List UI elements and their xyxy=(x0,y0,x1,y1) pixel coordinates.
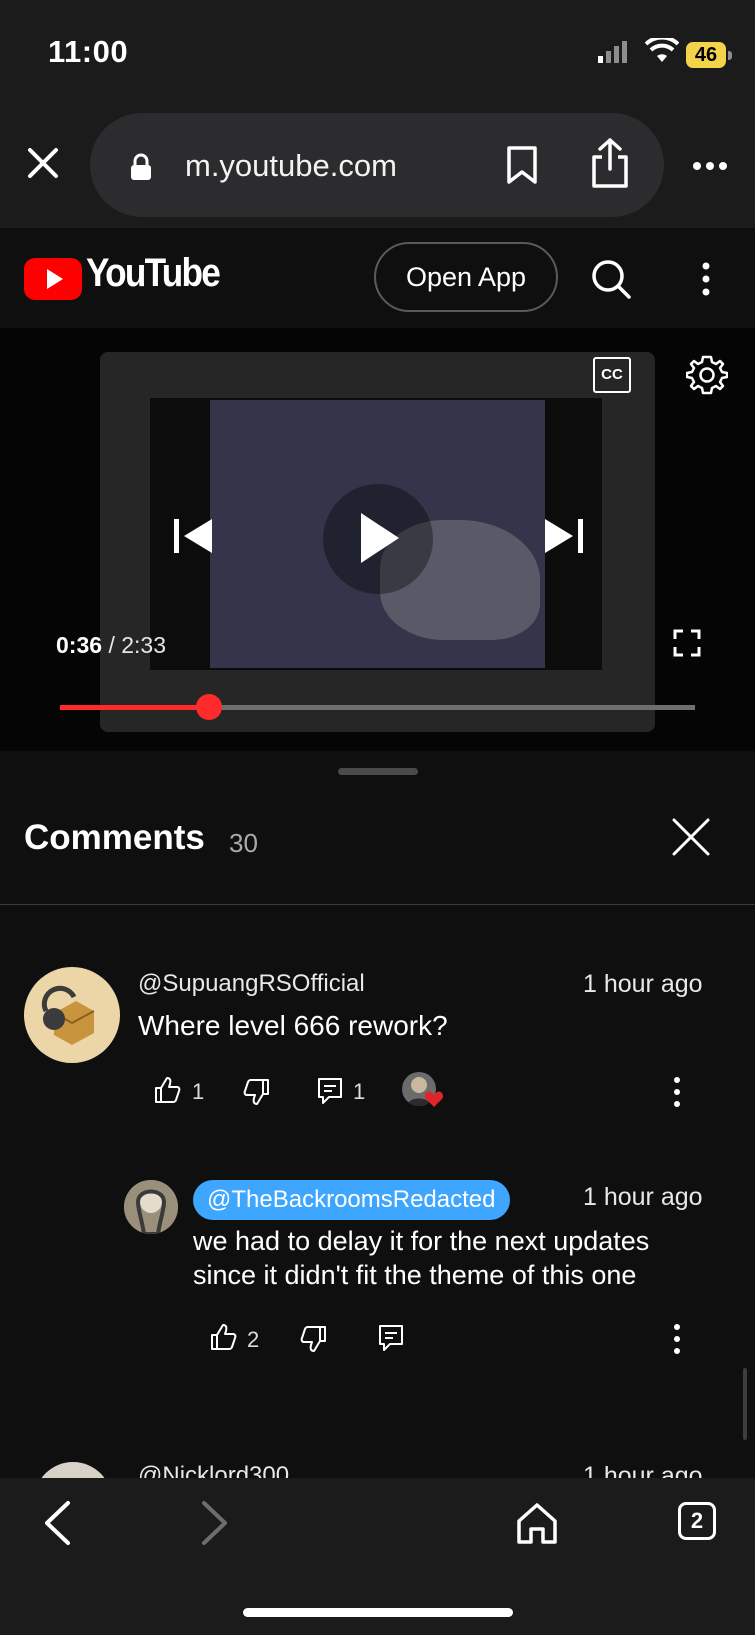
dislike-icon[interactable] xyxy=(300,1325,328,1353)
youtube-menu-icon[interactable] xyxy=(701,261,711,297)
avatar[interactable] xyxy=(24,967,120,1063)
previous-icon[interactable] xyxy=(172,516,214,556)
lock-icon xyxy=(129,153,153,181)
fullscreen-icon[interactable] xyxy=(673,629,701,657)
more-options-icon[interactable] xyxy=(692,161,728,171)
like-count: 2 xyxy=(247,1327,260,1352)
share-icon[interactable] xyxy=(590,137,630,189)
comments-count: 30 xyxy=(229,828,258,858)
comment-menu-icon[interactable] xyxy=(672,1323,682,1355)
like-icon[interactable] xyxy=(209,1323,237,1351)
home-indicator[interactable] xyxy=(243,1608,513,1617)
scrollbar[interactable] xyxy=(743,1368,747,1440)
home-icon[interactable] xyxy=(516,1501,558,1545)
time-display: 0:36 / 2:33 xyxy=(56,632,166,659)
mention-author[interactable]: @TheBackroomsRedacted xyxy=(193,1180,510,1220)
close-icon[interactable] xyxy=(26,146,60,180)
current-time: 0:36 xyxy=(56,632,103,658)
comment-author[interactable]: @SupuangRSOfficial xyxy=(138,970,365,998)
avatar[interactable] xyxy=(124,1180,178,1234)
comment-time: 1 hour ago xyxy=(583,1183,703,1211)
signal-icon xyxy=(598,40,632,64)
dislike-icon[interactable] xyxy=(243,1078,271,1106)
divider xyxy=(0,904,755,905)
progress-played xyxy=(60,705,209,710)
reply-icon[interactable] xyxy=(316,1076,344,1106)
close-comments-icon[interactable] xyxy=(672,818,710,856)
next-icon[interactable] xyxy=(543,516,585,556)
youtube-wordmark[interactable]: YouTube xyxy=(86,251,221,296)
search-icon[interactable] xyxy=(590,258,632,300)
back-icon[interactable] xyxy=(42,1500,72,1546)
battery-icon xyxy=(728,51,732,60)
time-separator: / xyxy=(108,632,115,658)
heart-icon xyxy=(424,1090,444,1108)
tab-count-button[interactable]: 2 xyxy=(678,1502,716,1540)
scrubber-handle[interactable] xyxy=(196,694,222,720)
comment-menu-icon[interactable] xyxy=(672,1076,682,1108)
comment-text: Where level 666 rework? xyxy=(138,1010,448,1041)
open-app-button[interactable]: Open App xyxy=(374,242,558,312)
drag-handle[interactable] xyxy=(338,768,418,775)
comment-text: we had to delay it for the next updates … xyxy=(193,1226,650,1290)
comments-panel xyxy=(0,751,755,1478)
like-icon[interactable] xyxy=(153,1076,181,1104)
bookmark-icon[interactable] xyxy=(505,145,539,185)
like-count: 1 xyxy=(192,1079,205,1104)
comment-time: 1 hour ago xyxy=(583,970,703,998)
comments-title: Comments xyxy=(24,818,205,857)
reply-count: 1 xyxy=(353,1079,366,1104)
url-text[interactable]: m.youtube.com xyxy=(185,148,397,184)
gear-icon[interactable] xyxy=(686,354,728,396)
youtube-logo-icon[interactable] xyxy=(24,258,82,300)
duration: 2:33 xyxy=(121,632,166,658)
battery-level: 46 xyxy=(686,42,726,68)
status-time: 11:00 xyxy=(48,34,129,69)
captions-button[interactable]: CC xyxy=(593,357,631,393)
forward-icon[interactable] xyxy=(200,1500,230,1546)
wifi-icon xyxy=(645,38,679,64)
play-icon[interactable] xyxy=(358,510,402,566)
reply-icon[interactable] xyxy=(377,1323,405,1353)
